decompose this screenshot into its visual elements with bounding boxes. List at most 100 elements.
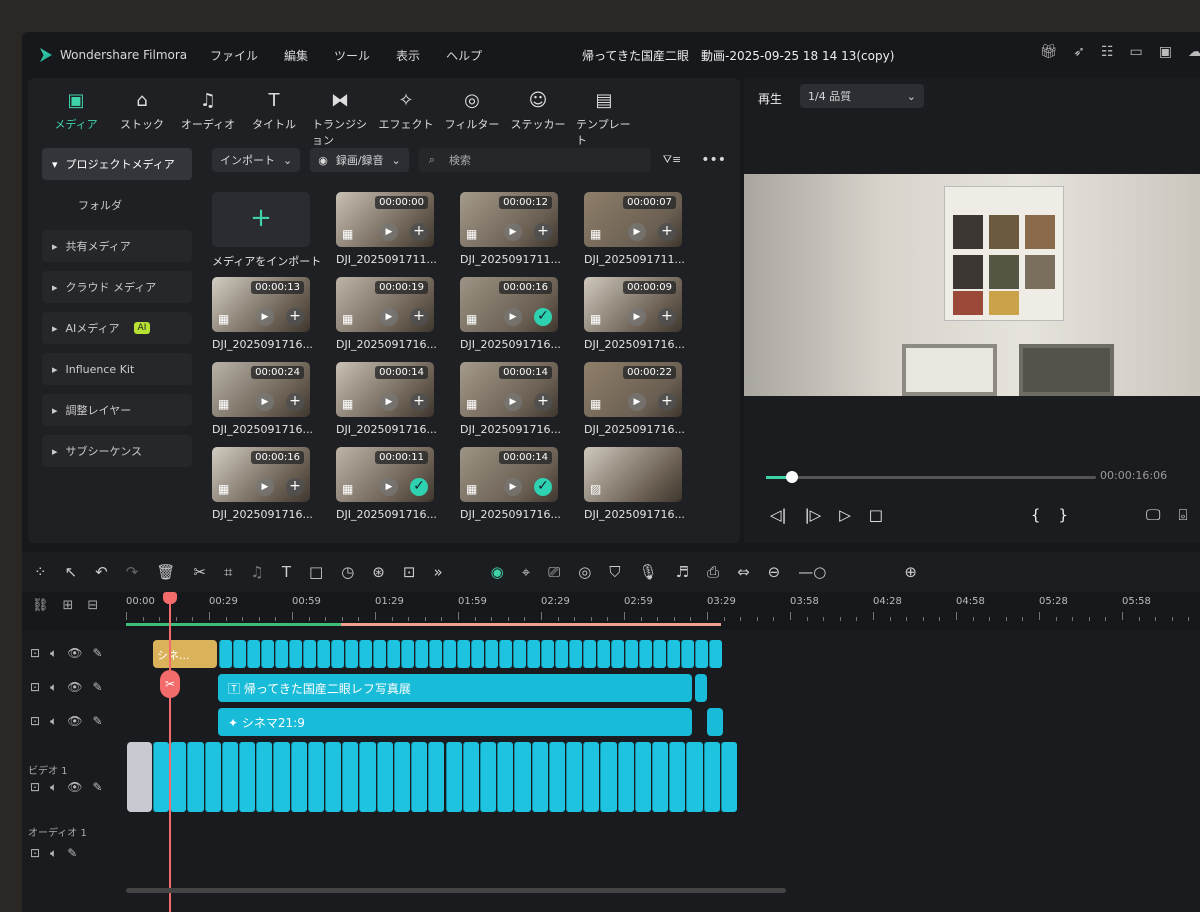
clip-segment[interactable]: [569, 640, 582, 668]
mark-out-icon[interactable]: }: [1058, 506, 1068, 524]
more-icon[interactable]: •••: [701, 152, 726, 168]
layout-icon[interactable]: ▭: [1130, 44, 1143, 60]
media-thumbnail[interactable]: 00:00:14 ▦ ▶ +: [336, 362, 434, 417]
add-to-timeline-icon[interactable]: +: [534, 223, 552, 241]
color-icon[interactable]: ⊛: [372, 563, 385, 581]
play-icon[interactable]: ▷: [839, 506, 851, 524]
tab-7[interactable]: ☺ ステッカー: [510, 90, 566, 148]
add-to-timeline-icon[interactable]: +: [286, 478, 304, 496]
clip-segment[interactable]: [583, 742, 600, 812]
preview-icon[interactable]: ▶: [504, 393, 522, 411]
next-frame-icon[interactable]: |▷: [805, 506, 822, 524]
clip-segment[interactable]: [415, 640, 428, 668]
sidebar-item[interactable]: ▸ AIメディア AI: [42, 312, 192, 344]
add-to-timeline-icon[interactable]: +: [410, 393, 428, 411]
media-thumbnail[interactable]: 00:00:16 ▦ ▶ +: [212, 447, 310, 502]
preview-icon[interactable]: ▶: [504, 223, 522, 241]
record-dropdown[interactable]: ◉ 録画/録音 ⌄: [310, 148, 409, 172]
snapshot-icon[interactable]: ⌻: [1178, 506, 1187, 524]
clip-segment[interactable]: [669, 742, 686, 812]
add-to-timeline-icon[interactable]: +: [658, 393, 676, 411]
task-icon[interactable]: ☷: [1101, 44, 1114, 60]
clip-segment[interactable]: [514, 742, 531, 812]
added-check-icon[interactable]: ✓: [534, 478, 552, 496]
render-icon[interactable]: ◎: [578, 563, 591, 581]
eye-icon[interactable]: 👁︎: [67, 714, 82, 729]
media-item[interactable]: 00:00:14 ▦ ▶ ✓ DJI_2025091716...: [460, 447, 561, 521]
sidebar-item[interactable]: フォルダ: [42, 189, 192, 221]
fit-icon[interactable]: ⇔: [737, 563, 750, 581]
quality-dropdown[interactable]: 1/4 品質 ⌄: [800, 84, 924, 108]
clip-segment[interactable]: [541, 640, 554, 668]
add-to-timeline-icon[interactable]: +: [410, 308, 428, 326]
clip-segment[interactable]: [681, 640, 694, 668]
media-item[interactable]: 00:00:07 ▦ ▶ + DJI_2025091711...: [584, 192, 685, 266]
playback-slider[interactable]: [766, 471, 1096, 483]
clip-segment[interactable]: [303, 640, 316, 668]
clip-segment[interactable]: [342, 742, 359, 812]
clip-segment[interactable]: [611, 640, 624, 668]
clip-segment[interactable]: [600, 742, 617, 812]
ai-edit-icon[interactable]: ⊡: [403, 563, 416, 581]
clip-segment[interactable]: [445, 742, 462, 812]
mute-icon[interactable]: ✎: [67, 846, 77, 861]
text-clip[interactable]: 🅃 帰ってきた国産二眼レフ写真展: [218, 674, 692, 702]
ai-video-icon[interactable]: ⎚: [548, 563, 560, 581]
stop-icon[interactable]: □: [869, 506, 883, 524]
playhead[interactable]: [169, 592, 171, 912]
mute-icon[interactable]: ✎: [93, 680, 103, 695]
media-thumbnail[interactable]: 00:00:24 ▦ ▶ +: [212, 362, 310, 417]
menu-item[interactable]: ファイル: [210, 47, 258, 64]
clip-segment[interactable]: [345, 640, 358, 668]
media-thumbnail[interactable]: ▨: [584, 447, 682, 502]
group-icon[interactable]: ⊞: [63, 598, 74, 613]
gift-icon[interactable]: 🎁︎: [1039, 44, 1057, 60]
tab-2[interactable]: ♫ オーディオ: [180, 90, 236, 148]
clip-segment[interactable]: [429, 640, 442, 668]
tab-4[interactable]: ⧓ トランジション: [312, 90, 368, 148]
clip-segment[interactable]: [485, 640, 498, 668]
clip-segment[interactable]: [239, 742, 256, 812]
menu-item[interactable]: ヘルプ: [446, 47, 482, 64]
search-input[interactable]: ⌕ 検索: [418, 148, 651, 172]
clip-segment[interactable]: [651, 742, 669, 812]
clip-segment[interactable]: [221, 742, 239, 812]
media-thumbnail[interactable]: 00:00:14 ▦ ▶ ✓: [460, 447, 558, 502]
snapshot-icon[interactable]: ⎙: [707, 563, 719, 581]
clip-segment[interactable]: [261, 640, 274, 668]
menu-item[interactable]: ツール: [334, 47, 370, 64]
effect-clip[interactable]: ✦ シネマ21:9: [218, 708, 692, 736]
clip-segment[interactable]: [531, 742, 548, 812]
volume-icon[interactable]: 🔈︎: [50, 714, 57, 729]
tab-0[interactable]: ▣ メディア: [48, 90, 104, 148]
clip-segment[interactable]: [387, 640, 400, 668]
mute-icon[interactable]: ✎: [93, 780, 103, 795]
preview-icon[interactable]: ▶: [380, 478, 398, 496]
tab-1[interactable]: ⌂ ストック: [114, 90, 170, 148]
preview-video[interactable]: [744, 174, 1200, 396]
add-to-timeline-icon[interactable]: +: [286, 308, 304, 326]
clip-segment[interactable]: [686, 742, 703, 812]
add-to-timeline-icon[interactable]: +: [534, 393, 552, 411]
clip-segment[interactable]: [443, 640, 456, 668]
eye-icon[interactable]: 👁︎: [67, 780, 82, 795]
media-thumbnail[interactable]: 00:00:14 ▦ ▶ +: [460, 362, 558, 417]
clip-segment[interactable]: [653, 640, 666, 668]
clip-segment[interactable]: [625, 640, 638, 668]
clip-segment[interactable]: [479, 742, 497, 812]
menu-item[interactable]: 編集: [284, 47, 308, 64]
sidebar-item[interactable]: ▾ プロジェクトメディア: [42, 148, 192, 180]
media-item[interactable]: 00:00:16 ▦ ▶ ✓ DJI_2025091716...: [460, 277, 561, 351]
delete-icon[interactable]: 🗑︎: [156, 563, 175, 581]
lock-icon[interactable]: ⊡: [30, 646, 40, 661]
preview-icon[interactable]: ▶: [256, 308, 274, 326]
text-clip[interactable]: [695, 674, 707, 702]
split-marker-icon[interactable]: ✂: [160, 670, 180, 698]
text-icon[interactable]: T: [282, 563, 291, 581]
preview-icon[interactable]: ▶: [380, 308, 398, 326]
media-thumbnail[interactable]: 00:00:11 ▦ ▶ ✓: [336, 447, 434, 502]
clip-segment[interactable]: [583, 640, 596, 668]
media-item[interactable]: 00:00:13 ▦ ▶ + DJI_2025091716...: [212, 277, 313, 351]
clip-segment[interactable]: [273, 742, 290, 812]
cloud-icon[interactable]: ☁: [1188, 44, 1200, 60]
